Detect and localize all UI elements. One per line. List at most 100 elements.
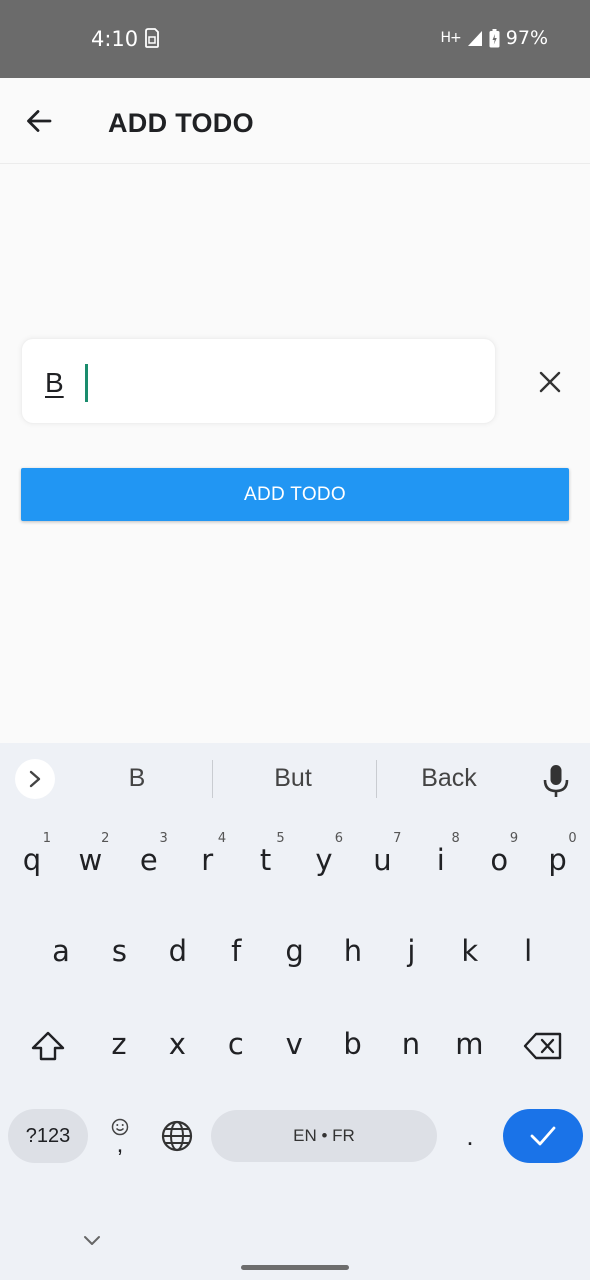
key-number-hint: 8 (451, 831, 460, 846)
navigation-handle[interactable] (241, 1265, 349, 1270)
key-y[interactable]: y6 (299, 825, 349, 895)
key-label: i (436, 843, 445, 877)
key-number-hint: 5 (276, 831, 285, 846)
expand-toolbar-button[interactable] (15, 759, 55, 799)
key-number-hint: 9 (509, 831, 519, 846)
key-c[interactable]: c (211, 1009, 261, 1079)
key-u[interactable]: u7 (357, 825, 407, 895)
key-e[interactable]: e3 (124, 825, 174, 895)
back-button[interactable] (18, 100, 60, 142)
key-w[interactable]: w2 (65, 825, 115, 895)
space-key[interactable]: EN • FR (211, 1110, 437, 1162)
key-label: x (168, 1027, 186, 1061)
key-number-hint: 3 (159, 831, 168, 846)
key-label: k (461, 934, 479, 968)
key-j[interactable]: j (386, 916, 436, 986)
key-g[interactable]: g (270, 916, 320, 986)
key-label: s (111, 934, 127, 968)
key-label: z (111, 1027, 127, 1061)
key-number-hint: 0 (568, 831, 577, 846)
todo-input-value[interactable]: B (45, 367, 64, 399)
key-m[interactable]: m (444, 1009, 494, 1079)
key-label: t (259, 843, 272, 877)
key-h[interactable]: h (328, 916, 378, 986)
key-label: u (373, 843, 392, 877)
suggestion-bar: B But Back (0, 743, 590, 817)
key-f[interactable]: f (211, 916, 261, 986)
battery-icon (489, 28, 500, 47)
key-label: a (52, 934, 70, 968)
close-icon (539, 371, 561, 393)
sim-card-icon (145, 28, 159, 48)
key-label: c (227, 1027, 244, 1061)
key-l[interactable]: l (503, 916, 553, 986)
suggestion-1[interactable]: B (62, 764, 212, 793)
key-o[interactable]: o9 (474, 825, 524, 895)
status-indicators: H+ 97% (441, 27, 549, 49)
key-number-hint: 2 (101, 831, 110, 846)
key-label: p (548, 843, 567, 877)
key-k[interactable]: k (445, 916, 495, 986)
suggestion-3[interactable]: Back (374, 764, 524, 793)
key-t[interactable]: t5 (241, 825, 291, 895)
key-label: q (22, 843, 42, 877)
key-label: e (139, 843, 158, 877)
key-r[interactable]: r4 (182, 825, 232, 895)
hide-keyboard-icon[interactable] (80, 1231, 104, 1251)
key-number-hint: 6 (334, 831, 343, 846)
key-label: r (201, 843, 214, 877)
comma-label: , (116, 1131, 124, 1158)
checkmark-icon (530, 1126, 556, 1146)
key-label: h (343, 934, 363, 968)
key-n[interactable]: n (386, 1009, 436, 1079)
shift-icon (31, 1031, 65, 1061)
key-label: n (401, 1027, 421, 1061)
backspace-icon (523, 1032, 562, 1060)
emoji-comma-key[interactable]: , (100, 1109, 140, 1163)
key-i[interactable]: i8 (416, 825, 466, 895)
arrow-back-icon (27, 110, 52, 132)
text-cursor (85, 364, 88, 402)
key-label: y (315, 843, 333, 877)
chevron-right-icon (29, 770, 41, 788)
add-todo-button[interactable]: ADD TODO (21, 468, 569, 521)
key-p[interactable]: p0 (533, 825, 583, 895)
key-number-hint: 7 (393, 831, 402, 846)
key-v[interactable]: v (269, 1009, 319, 1079)
clear-input-button[interactable] (530, 362, 570, 402)
key-label: o (490, 843, 509, 877)
battery-percent: 97% (505, 27, 548, 49)
key-label: f (231, 934, 242, 968)
key-z[interactable]: z (94, 1009, 144, 1079)
soft-keyboard: B But Back q1w2e3r4t5y6u7i8o9p0 asdfghjk… (0, 743, 590, 1280)
key-number-hint: 1 (42, 831, 51, 846)
key-b[interactable]: b (328, 1009, 378, 1079)
page-title: ADD TODO (108, 108, 254, 138)
language-switch-key[interactable] (156, 1115, 198, 1157)
key-label: m (455, 1027, 484, 1061)
key-s[interactable]: s (94, 916, 144, 986)
key-label: b (343, 1027, 362, 1061)
status-bar: 4:10 H+ 97% (0, 0, 590, 78)
key-x[interactable]: x (152, 1009, 202, 1079)
key-label: d (168, 934, 187, 968)
todo-input-field[interactable]: B (21, 338, 496, 424)
key-a[interactable]: a (36, 916, 86, 986)
status-time: 4:10 (91, 27, 139, 51)
key-d[interactable]: d (153, 916, 203, 986)
period-key[interactable]: . (450, 1109, 490, 1163)
key-label: l (524, 934, 533, 968)
microphone-icon[interactable] (541, 763, 571, 799)
key-q[interactable]: q1 (7, 825, 57, 895)
suggestion-divider (212, 760, 213, 798)
shift-key[interactable] (21, 1011, 75, 1081)
signal-icon (467, 30, 482, 46)
key-label: v (285, 1027, 303, 1061)
globe-icon (161, 1120, 193, 1152)
enter-key[interactable] (503, 1109, 583, 1163)
backspace-key[interactable] (516, 1011, 570, 1081)
symbols-key[interactable]: ?123 (8, 1109, 88, 1163)
key-label: j (407, 934, 416, 968)
key-label: g (285, 934, 304, 968)
suggestion-2[interactable]: But (218, 764, 368, 793)
